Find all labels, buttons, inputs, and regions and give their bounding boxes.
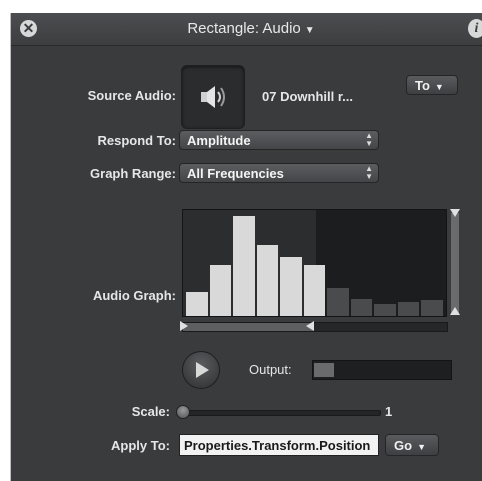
play-button[interactable] bbox=[182, 351, 220, 389]
play-icon bbox=[196, 362, 209, 378]
graph-range-label: Graph Range: bbox=[90, 166, 176, 181]
audio-graph-bar bbox=[256, 245, 279, 316]
audio-graph-bar bbox=[327, 288, 349, 316]
title-bar: ✕ Rectangle: Audio ▼ i bbox=[11, 13, 482, 46]
apply-to-field[interactable]: Properties.Transform.Position bbox=[179, 434, 379, 456]
stepper-arrows-icon: ▲ ▼ bbox=[365, 164, 373, 181]
audio-graph-bar bbox=[280, 257, 302, 316]
audio-graph-bar bbox=[303, 265, 326, 316]
range-left-handle[interactable] bbox=[180, 321, 188, 331]
info-icon[interactable]: i bbox=[468, 19, 482, 38]
to-button[interactable]: To ▼ bbox=[406, 75, 458, 95]
panel-title-text: Rectangle: Audio bbox=[187, 20, 301, 37]
graph-range-value: All Frequencies bbox=[187, 166, 284, 181]
audio-graph-bar bbox=[209, 265, 232, 316]
audio-graph-bar bbox=[397, 302, 420, 316]
frequency-range-slider[interactable] bbox=[182, 322, 448, 332]
respond-to-select[interactable]: Amplitude ▲ ▼ bbox=[179, 130, 379, 150]
respond-to-value: Amplitude bbox=[187, 133, 251, 148]
apply-to-label: Apply To: bbox=[111, 438, 170, 453]
panel-title[interactable]: Rectangle: Audio ▼ bbox=[151, 20, 351, 37]
range-right-handle[interactable] bbox=[306, 321, 314, 331]
output-label: Output: bbox=[249, 362, 292, 377]
speaker-icon bbox=[201, 86, 225, 108]
go-button[interactable]: Go ▼ bbox=[385, 434, 439, 456]
graph-top-handle[interactable] bbox=[450, 209, 460, 217]
scale-value: 1 bbox=[385, 404, 393, 419]
respond-to-label: Respond To: bbox=[97, 133, 176, 148]
audio-graph-bar bbox=[186, 292, 208, 316]
stepper-arrows-icon: ▲ ▼ bbox=[365, 131, 373, 148]
chevron-down-icon: ▼ bbox=[304, 25, 315, 36]
source-audio-well[interactable] bbox=[181, 65, 245, 129]
audio-graph-bar bbox=[350, 299, 373, 316]
go-button-label: Go bbox=[394, 438, 413, 453]
output-meter bbox=[312, 360, 452, 380]
graph-range-select[interactable]: All Frequencies ▲ ▼ bbox=[179, 163, 379, 183]
audio-graph-bar bbox=[374, 304, 396, 316]
scale-slider-track[interactable] bbox=[179, 410, 381, 416]
scale-slider-knob[interactable] bbox=[176, 405, 190, 419]
audio-graph-bar bbox=[421, 300, 443, 316]
chevron-down-icon: ▼ bbox=[434, 82, 444, 92]
graph-level-slider-track[interactable] bbox=[451, 213, 459, 313]
audio-behavior-panel: ✕ Rectangle: Audio ▼ i Source Audio: 07 D… bbox=[10, 13, 482, 481]
output-meter-fill bbox=[314, 363, 334, 377]
audio-graph-bar bbox=[233, 216, 255, 316]
close-icon[interactable]: ✕ bbox=[20, 20, 37, 37]
graph-bottom-handle[interactable] bbox=[450, 307, 460, 315]
source-file-name: 07 Downhill r... bbox=[262, 89, 354, 104]
source-audio-label: Source Audio: bbox=[87, 88, 176, 103]
chevron-down-icon: ▼ bbox=[417, 442, 426, 452]
to-button-label: To bbox=[415, 78, 430, 93]
audio-graph-label: Audio Graph: bbox=[92, 288, 176, 303]
audio-graph bbox=[182, 209, 447, 317]
frequency-range-fill bbox=[183, 323, 313, 331]
scale-label: Scale: bbox=[131, 404, 170, 419]
